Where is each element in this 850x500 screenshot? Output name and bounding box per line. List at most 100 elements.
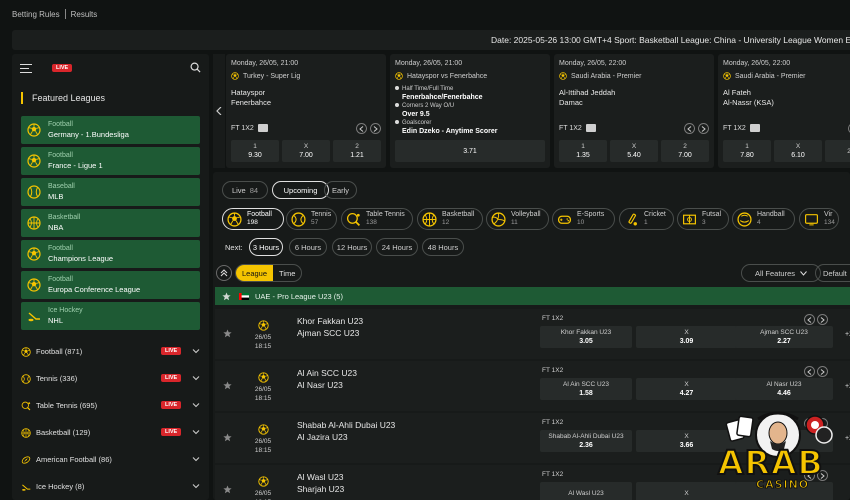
odds-button[interactable]: 2 1.21 xyxy=(333,140,381,162)
featured-league-item[interactable]: Football France - Ligue 1 xyxy=(21,147,200,175)
more-markets-link[interactable]: +2 xyxy=(845,383,850,390)
team-home: Al-Ittihad Jeddah xyxy=(559,88,616,97)
bet-builder-price-button[interactable]: 3.71 xyxy=(395,140,545,162)
tab-live[interactable]: Live 84 xyxy=(222,181,268,199)
chevron-down-icon[interactable] xyxy=(192,374,200,382)
featured-league-text: Ice Hockey NHL xyxy=(48,306,83,326)
tab-upcoming[interactable]: Upcoming xyxy=(272,181,329,199)
chevron-down-icon[interactable] xyxy=(192,482,200,490)
collapse-button[interactable] xyxy=(216,265,232,281)
featured-league-text: Baseball MLB xyxy=(48,182,75,202)
star-icon[interactable] xyxy=(223,485,232,494)
prev-market-button[interactable] xyxy=(804,366,815,377)
odds-button[interactable]: 2 xyxy=(825,140,850,162)
featured-league-item[interactable]: Football Europa Conference League xyxy=(21,271,200,299)
featured-league-item[interactable]: Football Champions League xyxy=(21,240,200,268)
time-filter-label: 12 Hours xyxy=(336,242,368,252)
time-filter-3h[interactable]: 3 Hours xyxy=(249,238,283,256)
odds-label: X xyxy=(631,143,637,150)
next-market-button[interactable] xyxy=(370,123,381,134)
group-by-time[interactable]: Time xyxy=(273,265,301,281)
odds-button[interactable]: 1 1.35 xyxy=(559,140,607,162)
time-filter-6h[interactable]: 6 Hours xyxy=(289,238,327,256)
betting-rules-link[interactable]: Betting Rules xyxy=(12,10,60,19)
sport-filter-basketball[interactable]: Basketball 12 xyxy=(417,208,483,230)
sport-list-item[interactable]: Table Tennis (695) LIVE xyxy=(12,392,209,419)
odds-button[interactable]: Khor Fakkan U23 3.05 xyxy=(540,326,632,348)
sport-filter-cricket[interactable]: Cricket 1 xyxy=(619,208,674,230)
time-filter-48h[interactable]: 48 Hours xyxy=(422,238,464,256)
chevron-down-icon[interactable] xyxy=(192,347,200,355)
league-header[interactable]: UAE - Pro League U23 (5) xyxy=(215,287,850,305)
sport-filter-e-sports[interactable]: E-Sports 10 xyxy=(552,208,615,230)
sport-list-item[interactable]: American Football (86) xyxy=(12,446,209,473)
prev-market-button[interactable] xyxy=(684,123,695,134)
menu-icon[interactable] xyxy=(20,63,32,73)
prev-market-button[interactable] xyxy=(804,314,815,325)
sport-filter-handball[interactable]: Handball 4 xyxy=(732,208,795,230)
sort-dropdown[interactable]: Default xyxy=(815,264,850,282)
featured-league-item[interactable]: Basketball NBA xyxy=(21,209,200,237)
sport-list-item[interactable]: Basketball (129) LIVE xyxy=(12,419,209,446)
chevron-down-icon[interactable] xyxy=(192,428,200,436)
table-row[interactable]: 26/05 18:15 Al Ain SCC U23 Al Nasr U23 FT… xyxy=(215,361,850,411)
table-row[interactable]: 26/05 18:15 Khor Fakkan U23 Ajman SCC U23… xyxy=(215,309,850,359)
featured-match-card[interactable]: Monday, 26/05, 21:00 Hatayspor vs Fenerb… xyxy=(390,54,550,168)
sport-filter-volleyball[interactable]: Volleyball 11 xyxy=(486,208,549,230)
time-filter-24h[interactable]: 24 Hours xyxy=(376,238,418,256)
odds-button[interactable]: Al Nasr U23 4.46 xyxy=(735,378,833,400)
all-features-dropdown[interactable]: All Features xyxy=(741,264,821,282)
odds-button[interactable]: 1 9.30 xyxy=(231,140,279,162)
team-home: Al Wasl U23 xyxy=(297,472,344,482)
featured-match-card[interactable]: Monday, 26/05, 22:00 Saudi Arabia - Prem… xyxy=(718,54,850,168)
sport-list-item[interactable]: Football (871) LIVE xyxy=(12,338,209,365)
more-markets-link[interactable]: +2 xyxy=(845,331,850,338)
sport-filter-count: 11 xyxy=(511,219,518,226)
odds-button[interactable]: X 3.09 xyxy=(636,326,737,348)
sport-filter-vir[interactable]: Vir 134 xyxy=(799,208,839,230)
featured-match-card[interactable]: Monday, 26/05, 22:00 Saudi Arabia - Prem… xyxy=(554,54,714,168)
star-icon[interactable] xyxy=(222,291,231,301)
football-icon xyxy=(27,278,41,292)
futsal-icon xyxy=(682,212,697,227)
odds-button[interactable]: X 6.10 xyxy=(774,140,822,162)
odds-button[interactable]: 1 7.80 xyxy=(723,140,771,162)
sport-filter-football[interactable]: Football 198 xyxy=(222,208,284,230)
star-icon[interactable] xyxy=(223,329,232,338)
next-market-button[interactable] xyxy=(698,123,709,134)
odds-button[interactable]: X 5.40 xyxy=(610,140,658,162)
featured-league-item[interactable]: Football Germany - 1.Bundesliga xyxy=(21,116,200,144)
carousel-prev-button[interactable] xyxy=(213,54,225,168)
odds-button[interactable]: X 7.00 xyxy=(282,140,330,162)
prev-market-button[interactable] xyxy=(356,123,367,134)
odds-button[interactable]: Al Wasl U23 xyxy=(540,482,632,500)
sport-filter-futsal[interactable]: Futsal 3 xyxy=(677,208,729,230)
tab-early[interactable]: Early xyxy=(324,181,357,199)
results-link[interactable]: Results xyxy=(71,10,98,19)
group-by-league[interactable]: League xyxy=(236,265,274,281)
next-market-button[interactable] xyxy=(817,366,828,377)
live-badge[interactable]: LIVE xyxy=(52,64,73,72)
odds-label: 1 xyxy=(745,143,749,150)
search-icon[interactable] xyxy=(190,62,201,73)
chevron-down-icon[interactable] xyxy=(192,455,200,463)
sport-list-item[interactable]: Tennis (336) LIVE xyxy=(12,365,209,392)
odds-button[interactable]: Shabab Al-Ahli Dubai U23 2.36 xyxy=(540,430,632,452)
sport-filter-tennis[interactable]: Tennis 57 xyxy=(286,208,337,230)
odds-button[interactable]: 2 7.00 xyxy=(661,140,709,162)
chevron-down-icon[interactable] xyxy=(192,401,200,409)
odds-value: 7.80 xyxy=(740,152,754,159)
time-filter-12h[interactable]: 12 Hours xyxy=(332,238,372,256)
sport-list-item[interactable]: Ice Hockey (8) xyxy=(12,473,209,500)
odds-button[interactable]: Al Ain SCC U23 1.58 xyxy=(540,378,632,400)
next-market-button[interactable] xyxy=(817,314,828,325)
more-markets-link[interactable]: +2 xyxy=(845,435,850,442)
featured-match-card[interactable]: Monday, 26/05, 21:00 Turkey - Super Lig … xyxy=(226,54,386,168)
featured-league-item[interactable]: Baseball MLB xyxy=(21,178,200,206)
odds-button[interactable]: Ajman SCC U23 2.27 xyxy=(735,326,833,348)
odds-button[interactable]: X 4.27 xyxy=(636,378,737,400)
star-icon[interactable] xyxy=(223,433,232,442)
featured-league-item[interactable]: Ice Hockey NHL xyxy=(21,302,200,330)
star-icon[interactable] xyxy=(223,381,232,390)
sport-filter-table-tennis[interactable]: Table Tennis 138 xyxy=(341,208,413,230)
